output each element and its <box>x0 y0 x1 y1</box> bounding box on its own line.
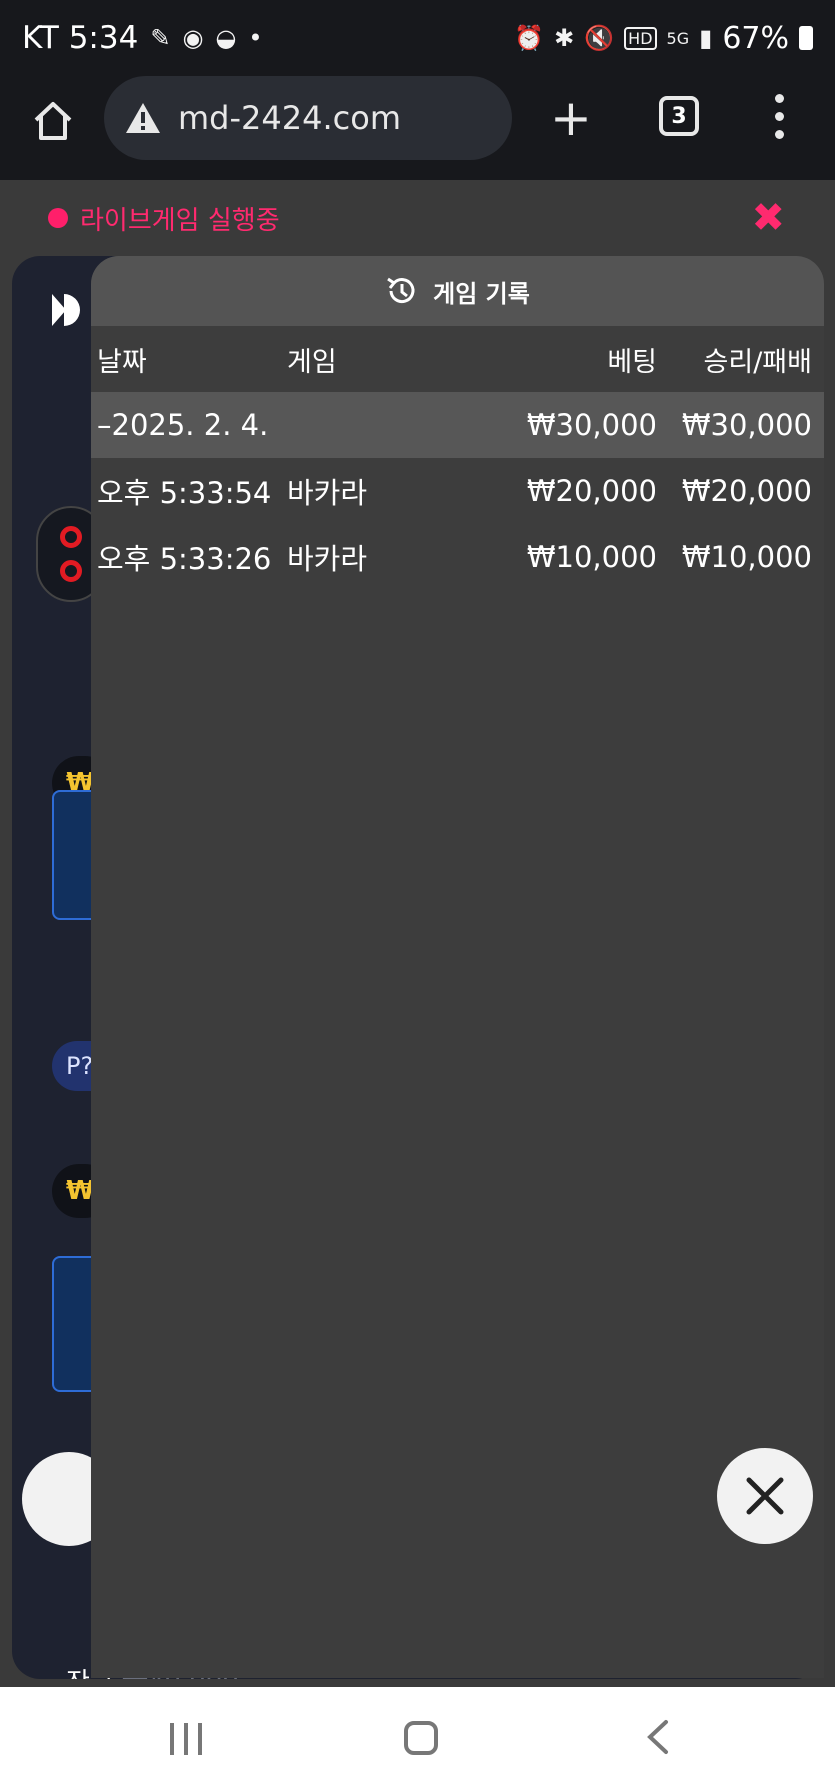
owl-icon: ◉ <box>182 24 204 52</box>
bluetooth-icon: ✱ <box>554 24 575 52</box>
close-icon <box>746 1477 784 1515</box>
live-indicator-icon <box>48 208 68 228</box>
row-bet: ₩30,000 <box>526 408 657 442</box>
row-bet: ₩20,000 <box>526 474 657 508</box>
row-win-loss: ₩10,000 <box>681 540 812 574</box>
new-tab-icon[interactable]: + <box>550 93 592 143</box>
dot-icon: • <box>248 24 263 52</box>
close-history-button[interactable] <box>717 1448 813 1544</box>
row-game: 바카라 <box>287 476 368 510</box>
prediction-text: P? <box>66 1052 94 1080</box>
panel-title: 게임 기록 <box>433 279 530 308</box>
column-win-loss: 승리/패배 <box>703 346 812 378</box>
column-date: 날짜 <box>97 346 147 378</box>
row-win-loss: ₩30,000 <box>681 408 812 442</box>
tab-count: 3 <box>671 103 687 129</box>
bowl-icon: ◒ <box>215 24 237 52</box>
red-bead-icon <box>60 560 82 582</box>
game-history-panel: 게임 기록 날짜 게임 베팅 승리/패배 –2025. 2. 4. ₩30,00… <box>91 256 824 1678</box>
table-row[interactable]: –2025. 2. 4. ₩30,000 ₩30,000 <box>91 392 824 458</box>
carrier-time: KT 5:34 <box>22 20 139 56</box>
row-bet: ₩10,000 <box>526 540 657 574</box>
back-icon[interactable] <box>646 1719 670 1755</box>
signal-icon: ▮ <box>699 24 713 52</box>
home-icon[interactable] <box>30 98 76 144</box>
status-bar: KT 5:34 ✎ ◉ ◒ • ⏰ ✱ 🔇 HD 5G ▮ 67% <box>0 0 835 76</box>
system-navigation-bar <box>0 1687 835 1791</box>
url-text: md-2424.com <box>178 99 401 137</box>
alarm-icon: ⏰ <box>514 24 545 52</box>
live-close-icon[interactable]: ✖ <box>751 198 785 238</box>
history-icon <box>387 277 415 304</box>
recent-apps-icon[interactable] <box>170 1723 206 1755</box>
column-game: 게임 <box>287 346 337 378</box>
hd-icon: HD <box>624 26 657 50</box>
brand-logo-icon <box>52 294 80 326</box>
table-row[interactable]: 오후 5:33:54 바카라 ₩20,000 ₩20,000 <box>91 458 824 524</box>
row-game: 바카라 <box>287 542 368 576</box>
column-bet: 베팅 <box>607 346 657 378</box>
table-row[interactable]: 오후 5:33:26 바카라 ₩10,000 ₩10,000 <box>91 524 824 590</box>
tab-switcher-button[interactable]: 3 <box>659 96 699 136</box>
red-bead-icon <box>60 526 82 548</box>
5g-icon: 5G <box>666 28 690 48</box>
live-game-bar: 라이브게임 실행중 ✖ <box>0 180 835 256</box>
panel-header: 게임 기록 <box>91 256 824 326</box>
table-header: 날짜 게임 베팅 승리/패배 <box>91 326 824 392</box>
browser-toolbar: md-2424.com + 3 <box>0 76 835 180</box>
live-game-label: 라이브게임 실행중 <box>80 205 280 236</box>
battery-percent: 67% <box>722 20 789 56</box>
mute-icon: 🔇 <box>584 24 615 52</box>
row-date: 오후 5:33:26 <box>97 542 272 576</box>
feather-icon: ✎ <box>150 24 171 52</box>
address-bar[interactable]: md-2424.com <box>104 76 512 160</box>
home-button-icon[interactable] <box>404 1721 438 1755</box>
row-date: 오후 5:33:54 <box>97 476 272 510</box>
warning-icon <box>126 103 160 133</box>
menu-icon[interactable] <box>774 94 784 144</box>
row-date: –2025. 2. 4. <box>97 408 269 442</box>
row-win-loss: ₩20,000 <box>681 474 812 508</box>
battery-icon <box>799 26 813 50</box>
